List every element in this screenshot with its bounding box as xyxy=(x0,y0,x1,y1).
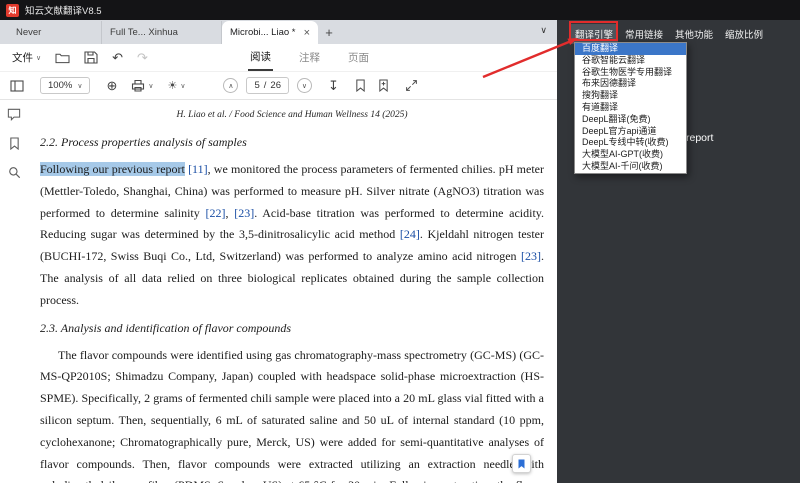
tab-microbi-liao[interactable]: Microbi... Liao * × xyxy=(222,21,318,44)
menu-common-links[interactable]: 常用链接 xyxy=(620,24,668,44)
view-toolbar: 100% ∨ ⊕ ∨ ☀ ∨ ∧ 5 / 26 ∨ ↧ xyxy=(0,72,557,100)
section-heading-22: 2.2. Process properties analysis of samp… xyxy=(40,135,544,150)
close-icon[interactable]: × xyxy=(304,27,310,39)
engine-option-baidu[interactable]: 百度翻译 xyxy=(575,43,686,55)
next-page-button[interactable]: ∨ xyxy=(297,78,312,93)
save-icon[interactable] xyxy=(84,51,98,64)
app-logo-icon: 知 xyxy=(6,4,19,17)
engine-option-ai-gpt[interactable]: 大模型AI-GPT(收费) xyxy=(575,149,686,161)
chevron-down-icon: ∨ xyxy=(36,54,41,62)
translation-panel: 翻译引擎 常用链接 其他功能 缩放比例 report 百度翻译 谷歌智能云翻译 … xyxy=(557,20,800,483)
chevron-down-icon[interactable]: ∨ xyxy=(540,25,547,36)
pdf-viewer[interactable]: H. Liao et al. / Food Science and Human … xyxy=(28,100,557,483)
comment-icon[interactable] xyxy=(7,108,21,126)
chevron-down-icon: ∨ xyxy=(77,82,82,90)
chevron-down-icon: ∨ xyxy=(180,82,185,90)
tab-label: Microbi... Liao * xyxy=(230,27,295,38)
previous-page-button[interactable]: ∧ xyxy=(223,78,238,93)
tab-fulltext-xinhua[interactable]: Full Te... Xinhua xyxy=(102,21,222,44)
engine-option-deepl-free[interactable]: DeepL翻译(免费) xyxy=(575,114,686,126)
download-icon[interactable]: ↧ xyxy=(328,79,339,92)
zoom-in-icon[interactable]: ⊕ xyxy=(106,79,117,92)
engine-option-google-cloud[interactable]: 谷歌智能云翻译 xyxy=(575,55,686,67)
engine-option-4[interactable]: 布来因德翻译 xyxy=(575,78,686,90)
page-number-input[interactable]: 5 / 26 xyxy=(246,77,289,94)
brightness-icon[interactable]: ☀ xyxy=(167,79,177,92)
page-current: 5 xyxy=(254,80,259,91)
page-separator: / xyxy=(264,80,267,91)
print-icon[interactable] xyxy=(131,79,145,92)
tab-never[interactable]: Never xyxy=(8,21,102,44)
tab-annotate[interactable]: 注释 xyxy=(297,45,322,70)
engine-option-google-biomed[interactable]: 谷歌生物医学专用翻译 xyxy=(575,67,686,79)
view-mode-tabs: 阅读 注释 页面 xyxy=(248,44,371,72)
chevron-down-icon: ∨ xyxy=(148,82,153,90)
sidebar-toggle-icon[interactable] xyxy=(10,80,24,92)
tab-label: Full Te... Xinhua xyxy=(110,27,178,38)
engine-option-deepl-paid[interactable]: DeepL专线中转(收费) xyxy=(575,137,686,149)
open-folder-icon[interactable] xyxy=(55,51,70,64)
tab-bar: Never Full Te... Xinhua Microbi... Liao … xyxy=(0,20,557,44)
engine-option-youdao[interactable]: 有道翻译 xyxy=(575,102,686,114)
running-header: H. Liao et al. / Food Science and Human … xyxy=(40,110,544,120)
section-heading-23: 2.3. Analysis and identification of flav… xyxy=(40,321,544,336)
add-bookmark-icon[interactable] xyxy=(378,79,389,92)
tab-label: Never xyxy=(16,27,41,38)
app-title: 知云文献翻译V8.5 xyxy=(25,3,102,17)
engine-option-sogou[interactable]: 搜狗翻译 xyxy=(575,90,686,102)
bookmark-outline-icon[interactable] xyxy=(355,79,366,92)
zoom-level-value: 100% xyxy=(48,80,72,91)
undo-icon[interactable]: ↶ xyxy=(112,51,123,64)
engine-option-deepl-api[interactable]: DeepL官方api通道 xyxy=(575,126,686,138)
tab-read[interactable]: 阅读 xyxy=(248,44,273,71)
bookmark-icon xyxy=(517,458,526,470)
titlebar: 知 知云文献翻译V8.5 xyxy=(0,0,800,20)
page-total: 26 xyxy=(270,80,281,91)
new-tab-button[interactable]: + xyxy=(318,25,340,40)
tab-page[interactable]: 页面 xyxy=(346,45,371,70)
paragraph-flavor-compounds: The flavor compounds were identified usi… xyxy=(40,345,544,483)
menu-translation-engine[interactable]: 翻译引擎 xyxy=(570,24,618,44)
source-text-fragment: report xyxy=(686,132,713,144)
main-toolbar: 文件 ∨ ↶ ↷ 阅读 注释 页面 xyxy=(0,44,557,72)
paragraph-process-properties: Following our previous report [11], we m… xyxy=(40,159,544,312)
bookmark-panel-icon[interactable] xyxy=(9,137,20,155)
menu-other-functions[interactable]: 其他功能 xyxy=(670,24,718,44)
floating-bookmark-button[interactable] xyxy=(512,454,531,473)
redo-icon[interactable]: ↷ xyxy=(137,51,148,64)
menu-zoom-ratio[interactable]: 缩放比例 xyxy=(720,24,768,44)
fullscreen-expand-icon[interactable] xyxy=(405,79,418,92)
search-icon[interactable] xyxy=(8,166,21,184)
file-menu[interactable]: 文件 ∨ xyxy=(12,50,41,65)
file-menu-label: 文件 xyxy=(12,50,33,65)
engine-option-ai-qianwen[interactable]: 大模型AI-千问(收费) xyxy=(575,161,686,173)
engine-dropdown: 百度翻译 谷歌智能云翻译 谷歌生物医学专用翻译 布来因德翻译 搜狗翻译 有道翻译… xyxy=(574,42,687,174)
side-tool-strip xyxy=(0,100,28,483)
zoom-level-select[interactable]: 100% ∨ xyxy=(40,77,90,94)
